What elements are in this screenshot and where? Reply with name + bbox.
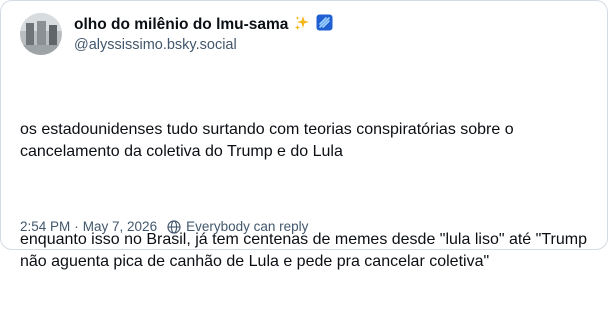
avatar[interactable]: [20, 13, 62, 55]
post-header: olho do milênio do lmu-sama @alyssissimo…: [20, 13, 333, 55]
sparkles-icon: [294, 15, 310, 36]
blue-badge-icon: [316, 14, 333, 36]
display-name-row: olho do milênio do lmu-sama: [74, 14, 333, 36]
meta-separator: ·: [74, 219, 79, 234]
globe-icon: [167, 219, 181, 234]
post-text: os estadounidenses tudo surtando com teo…: [20, 75, 595, 317]
display-name[interactable]: olho do milênio do lmu-sama: [74, 16, 288, 34]
post-card[interactable]: olho do milênio do lmu-sama @alyssissimo…: [0, 0, 608, 270]
author-names: olho do milênio do lmu-sama @alyssissimo…: [74, 14, 333, 53]
post-paragraph: enquanto isso no Brasil, já tem centenas…: [20, 231, 592, 270]
reply-setting[interactable]: Everybody can reply: [186, 219, 308, 234]
author-handle[interactable]: @alyssissimo.bsky.social: [74, 37, 333, 53]
post-meta: 2:54 PM · May 7, 2026 Everybody can repl…: [20, 219, 308, 234]
post-time[interactable]: 2:54 PM: [20, 219, 70, 234]
post-paragraph: os estadounidenses tudo surtando com teo…: [20, 121, 519, 160]
post-date[interactable]: May 7, 2026: [83, 219, 157, 234]
